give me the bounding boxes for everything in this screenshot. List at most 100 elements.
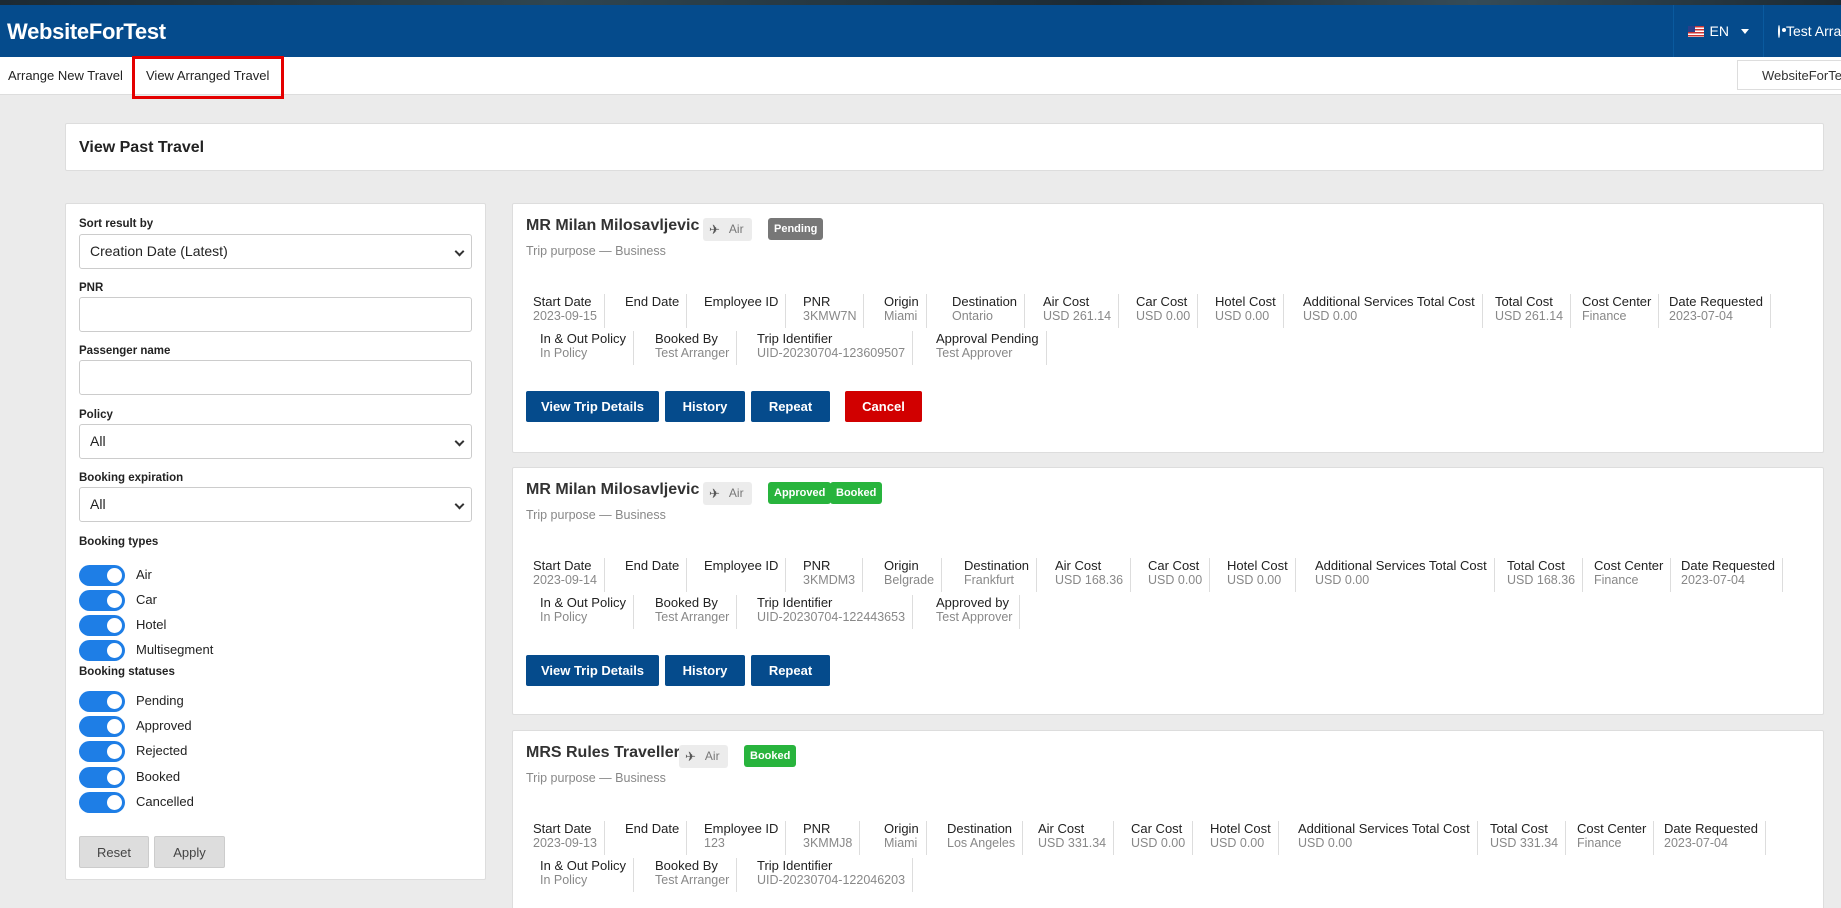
detail-cell: Destination Los Angeles bbox=[940, 821, 1024, 855]
detail-value: 2023-09-15 bbox=[533, 309, 597, 323]
detail-label: PNR bbox=[803, 821, 831, 836]
detail-cell: Hotel Cost USD 0.00 bbox=[1220, 558, 1296, 592]
detail-cell: Cost Center Finance bbox=[1570, 821, 1655, 855]
travel-mode-label: Air bbox=[728, 222, 744, 236]
detail-label: Destination bbox=[952, 294, 1018, 309]
detail-label: Air Cost bbox=[1043, 294, 1090, 309]
detail-value: Test Approver bbox=[936, 610, 1013, 624]
detail-value: USD 0.00 bbox=[1227, 573, 1282, 587]
repeat-button[interactable]: Repeat bbox=[751, 391, 830, 422]
toggle-label: Rejected bbox=[136, 743, 188, 758]
user-circle-icon bbox=[1778, 24, 1786, 38]
cancel-button[interactable]: Cancel bbox=[845, 391, 922, 422]
toggle-rejected[interactable] bbox=[79, 741, 125, 762]
detail-value: Miami bbox=[884, 309, 918, 323]
history-button[interactable]: History bbox=[665, 391, 745, 422]
detail-value: Ontario bbox=[952, 309, 993, 323]
language-label: EN bbox=[1709, 23, 1729, 39]
detail-cell: Trip Identifier UID-20230704-123609507 bbox=[750, 331, 914, 365]
detail-value: USD 0.00 bbox=[1210, 836, 1265, 850]
detail-cell: Trip Identifier UID-20230704-122443653 bbox=[750, 595, 914, 629]
user-menu[interactable]: Test Arranger bbox=[1763, 5, 1841, 57]
pnr-label: PNR bbox=[79, 282, 104, 294]
detail-value: USD 168.36 bbox=[1507, 573, 1576, 587]
chevron-down-icon bbox=[454, 499, 465, 510]
booking-expiration-select[interactable]: All bbox=[79, 487, 472, 522]
plane-icon: ✈ bbox=[709, 486, 720, 501]
traveler-name: MR Milan Milosavljevic bbox=[526, 217, 700, 234]
detail-label: Start Date bbox=[533, 558, 592, 573]
detail-label: Cost Center bbox=[1577, 821, 1647, 836]
history-button[interactable]: History bbox=[665, 655, 745, 686]
view-trip-details-button[interactable]: View Trip Details bbox=[526, 655, 659, 686]
us-flag-icon bbox=[1687, 25, 1704, 37]
detail-value: USD 0.00 bbox=[1298, 836, 1353, 850]
expiration-value: All bbox=[90, 496, 106, 512]
detail-value: 3KMW7N bbox=[803, 309, 857, 323]
trip-card: MR Milan Milosavljevic ✈ Air Approved Booked… bbox=[512, 467, 1824, 715]
toggle-approved[interactable] bbox=[79, 716, 125, 737]
detail-cell: Destination Ontario bbox=[945, 294, 1026, 328]
toggle-air[interactable] bbox=[79, 565, 125, 586]
repeat-button[interactable]: Repeat bbox=[751, 655, 830, 686]
toggle-booked[interactable] bbox=[79, 767, 125, 788]
detail-label: Total Cost bbox=[1490, 821, 1548, 836]
detail-cell: Employee ID bbox=[697, 294, 787, 328]
detail-label: Booked By bbox=[655, 858, 718, 873]
detail-value: Test Arranger bbox=[655, 610, 730, 624]
navbar-right: EN Test Arranger bbox=[1672, 5, 1841, 57]
apply-button[interactable]: Apply bbox=[154, 836, 225, 868]
toggle-hotel[interactable] bbox=[79, 615, 125, 636]
caret-down-icon bbox=[1741, 28, 1749, 34]
brand-logo[interactable]: WebsiteForTest bbox=[7, 19, 166, 45]
detail-label: Total Cost bbox=[1507, 558, 1565, 573]
plane-icon: ✈ bbox=[685, 749, 696, 764]
detail-label: Employee ID bbox=[704, 294, 779, 309]
detail-cell: Additional Services Total Cost USD 0.00 bbox=[1308, 558, 1495, 592]
toggle-multisegment[interactable] bbox=[79, 640, 125, 661]
pnr-input[interactable] bbox=[79, 297, 472, 332]
highlight-box bbox=[132, 56, 284, 99]
detail-label: Additional Services Total Cost bbox=[1315, 558, 1487, 573]
detail-cell: In & Out Policy In Policy bbox=[533, 858, 634, 892]
detail-value: 2023-07-04 bbox=[1664, 836, 1728, 850]
toggle-car[interactable] bbox=[79, 590, 125, 611]
detail-cell: Air Cost USD 168.36 bbox=[1048, 558, 1132, 592]
reset-button[interactable]: Reset bbox=[79, 836, 149, 868]
detail-value: USD 0.00 bbox=[1136, 309, 1191, 323]
detail-label: End Date bbox=[625, 558, 680, 573]
page-title: View Past Travel bbox=[79, 139, 205, 156]
detail-value: Miami bbox=[884, 836, 918, 850]
company-tab[interactable]: WebsiteForTest bbox=[1737, 60, 1841, 90]
detail-label: Approval Pending bbox=[936, 331, 1039, 346]
expiration-label: Booking expiration bbox=[79, 472, 184, 484]
detail-label: Total Cost bbox=[1495, 294, 1553, 309]
detail-cell: Total Cost USD 261.14 bbox=[1488, 294, 1572, 328]
passenger-name-input[interactable] bbox=[79, 360, 472, 395]
detail-value: 3KMMJ8 bbox=[803, 836, 853, 850]
tab-arrange-new-travel[interactable]: Arrange New Travel bbox=[8, 57, 123, 95]
filter-panel: Sort result by Creation Date (Latest) PN… bbox=[65, 203, 486, 880]
trip-card: MR Milan Milosavljevic ✈ Air Pending Trip pu… bbox=[512, 203, 1824, 453]
toggle-cancelled[interactable] bbox=[79, 792, 125, 813]
detail-value: Finance bbox=[1582, 309, 1627, 323]
detail-label: Car Cost bbox=[1148, 558, 1200, 573]
policy-select[interactable]: All bbox=[79, 424, 472, 459]
status-badge-pending: Pending bbox=[768, 218, 824, 240]
detail-cell: Car Cost USD 0.00 bbox=[1141, 558, 1211, 592]
toggle-pending[interactable] bbox=[79, 691, 125, 712]
language-selector[interactable]: EN bbox=[1672, 5, 1763, 57]
detail-cell: Date Requested 2023-07-04 bbox=[1662, 294, 1771, 328]
policy-value: All bbox=[90, 433, 106, 449]
travel-mode-tag: ✈ Air bbox=[703, 218, 752, 241]
chevron-down-icon bbox=[454, 246, 465, 257]
detail-cell: Origin Belgrade bbox=[877, 558, 943, 592]
detail-label: Origin bbox=[884, 821, 919, 836]
sort-select[interactable]: Creation Date (Latest) bbox=[79, 234, 472, 269]
view-trip-details-button[interactable]: View Trip Details bbox=[526, 391, 659, 422]
detail-label: Trip Identifier bbox=[757, 331, 833, 346]
detail-label: Booked By bbox=[655, 331, 718, 346]
booking-types-label: Booking types bbox=[79, 536, 159, 548]
detail-value: In Policy bbox=[540, 610, 588, 624]
detail-cell: Hotel Cost USD 0.00 bbox=[1203, 821, 1279, 855]
